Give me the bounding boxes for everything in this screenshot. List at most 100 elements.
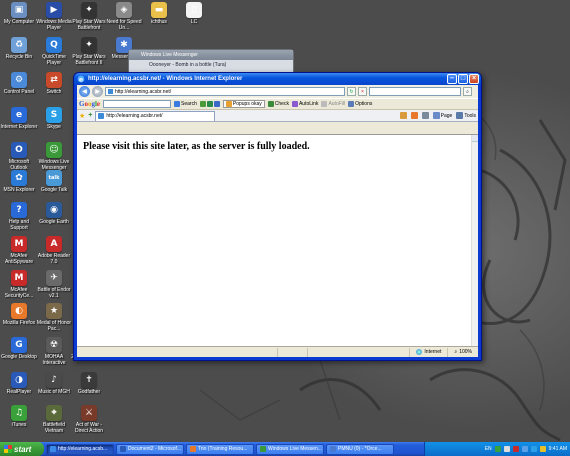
- desktop-icon[interactable]: talk Google Talk: [37, 170, 71, 206]
- favorites-star-icon[interactable]: ★: [79, 112, 85, 120]
- google-search-button[interactable]: Search: [174, 101, 197, 107]
- desktop-icon[interactable]: M McAfee SecurityCe...: [2, 270, 36, 306]
- back-button[interactable]: ◀: [79, 86, 90, 97]
- messenger-title[interactable]: Windows Live Messenger: [129, 50, 293, 60]
- desktop-icon[interactable]: ✿ MSN Explorer: [2, 170, 36, 206]
- desktop-icon-glyph: ☢: [46, 337, 62, 353]
- desktop-icon-glyph: ♻: [11, 37, 27, 53]
- taskbar-button-label: Document2 - Microsof...: [128, 446, 182, 452]
- tab-current[interactable]: http://elearning.acsbr.net/: [95, 110, 216, 121]
- language-indicator[interactable]: EN: [485, 446, 492, 452]
- google-extra-buttons[interactable]: [199, 101, 220, 107]
- address-row: ◀ ▶ http://elearning.acsbr.net/ ↻ × ⌕: [77, 85, 478, 98]
- desktop-icon-label: Music of MGH: [38, 389, 70, 395]
- desktop-icon[interactable]: ? Help and Support: [2, 202, 36, 238]
- page-menu[interactable]: Page: [432, 112, 452, 119]
- internet-explorer-window[interactable]: e http://elearning.acsbr.net/ - Windows …: [73, 72, 482, 361]
- desktop-icon-glyph: S: [46, 107, 62, 123]
- desktop-icon[interactable]: ⚙ Control Panel: [2, 72, 36, 108]
- desktop-icon[interactable]: ✦ Play Star Wars Battlefront: [72, 2, 106, 38]
- minimize-button[interactable]: –: [447, 74, 457, 84]
- taskbar-button[interactable]: PMNU (0) - *Orce...: [326, 443, 394, 455]
- messenger-window[interactable]: Windows Live Messenger Oooneyer - Bomb i…: [128, 49, 294, 74]
- search-icon[interactable]: ⌕: [463, 87, 472, 96]
- desktop-icon[interactable]: ✦ Play Star Wars Battlefront II: [72, 37, 106, 73]
- desktop-icon[interactable]: ⚔ Act of War - Direct Action: [72, 405, 106, 441]
- task-app-icon: [50, 446, 56, 452]
- desktop: ▣ My Computer ▶ Windows Media Player ✦ Play S…: [0, 0, 570, 442]
- desktop-icon[interactable]: ▬ ichthus: [142, 2, 176, 38]
- feeds-icon[interactable]: [410, 112, 418, 119]
- desktop-icon-label: Internet Explorer: [0, 124, 38, 130]
- refresh-button[interactable]: ↻: [347, 87, 356, 96]
- options-button[interactable]: Options: [348, 101, 372, 107]
- taskbar-button[interactable]: Windows Live Messen...: [256, 443, 324, 455]
- ie-titlebar[interactable]: e http://elearning.acsbr.net/ - Windows …: [74, 73, 481, 85]
- tray-icon-skype[interactable]: [530, 446, 537, 452]
- live-search-input[interactable]: [369, 87, 461, 96]
- autofill-button[interactable]: AutoFill: [321, 101, 345, 107]
- globe-icon: [416, 349, 423, 355]
- maximize-button[interactable]: □: [458, 74, 468, 84]
- desktop-icon[interactable]: ◈ Need for Speed Un...: [106, 2, 142, 38]
- forward-button[interactable]: ▶: [92, 86, 103, 97]
- security-zone[interactable]: Internet: [409, 347, 447, 357]
- desktop-icon[interactable]: Q QuickTime Player: [37, 37, 71, 73]
- desktop-icon[interactable]: ♪ Music of MGH: [37, 372, 71, 408]
- desktop-icon[interactable]: A Adobe Reader 7.0: [37, 236, 71, 272]
- desktop-icon-label: RealPlayer: [6, 389, 32, 395]
- home-icon[interactable]: [399, 112, 407, 119]
- check-button[interactable]: Check: [267, 101, 289, 107]
- desktop-icon-label: Medal of Honor Pac...: [36, 320, 72, 332]
- desktop-icon-label: Google Desktop: [1, 354, 37, 360]
- desktop-icon[interactable]: ♫ iTunes: [2, 405, 36, 441]
- desktop-icon[interactable]: ▣ My Computer: [2, 2, 36, 38]
- desktop-icon[interactable]: ◑ RealPlayer: [2, 372, 36, 408]
- tray-icon-volume[interactable]: [503, 446, 510, 452]
- stop-button[interactable]: ×: [358, 87, 367, 96]
- tools-menu[interactable]: Tools: [456, 112, 476, 119]
- desktop-icon[interactable]: ⇄ Switch: [37, 72, 71, 108]
- tray-icon-mcafee[interactable]: [512, 446, 519, 452]
- desktop-icon-glyph: ▣: [11, 2, 27, 18]
- desktop-icon[interactable]: ▯ LC: [177, 2, 211, 38]
- taskbar-button[interactable]: Document2 - Microsof...: [116, 443, 184, 455]
- address-bar[interactable]: http://elearning.acsbr.net/: [105, 87, 345, 96]
- tray-icon-msn[interactable]: [494, 446, 501, 452]
- desktop-icon[interactable]: ⌖ Battlefield Vietnam: [37, 405, 71, 441]
- task-app-icon: [330, 446, 336, 452]
- desktop-icon-glyph: M: [11, 236, 27, 252]
- start-button[interactable]: start: [0, 442, 44, 456]
- close-button[interactable]: ×: [469, 74, 479, 84]
- tray-icon-network[interactable]: [521, 446, 528, 452]
- desktop-icon[interactable]: S Skype: [37, 107, 71, 143]
- popups-button[interactable]: Popups okay: [222, 100, 265, 108]
- taskbar-button[interactable]: Trio (Training Resou...: [186, 443, 254, 455]
- tab-title: http://elearning.acsbr.net/: [106, 113, 163, 119]
- vertical-scrollbar[interactable]: [471, 135, 478, 346]
- clock[interactable]: 9:41 AM: [549, 446, 567, 452]
- desktop-icon[interactable]: ◐ Mozilla Firefox: [2, 303, 36, 339]
- desktop-icon[interactable]: ✝ Godfather: [72, 372, 106, 408]
- desktop-icon-glyph: ✦: [81, 37, 97, 53]
- desktop-icon[interactable]: ✈ Battle of Endor v2.1: [37, 270, 71, 306]
- desktop-icon[interactable]: M McAfee AntiSpyware: [2, 236, 36, 272]
- desktop-icon[interactable]: ▶ Windows Media Player: [36, 2, 72, 38]
- zoom-control[interactable]: ⌕ 100%: [447, 347, 478, 357]
- taskbar-button[interactable]: http://elearning.acsb...: [46, 443, 114, 455]
- desktop-icon[interactable]: e Internet Explorer: [0, 107, 38, 143]
- desktop-icon[interactable]: ♻ Recycle Bin: [2, 37, 36, 73]
- highlight-icon: [213, 101, 220, 107]
- print-icon[interactable]: [421, 112, 429, 119]
- desktop-icon[interactable]: G Google Desktop: [1, 337, 37, 373]
- add-favorites-icon[interactable]: +: [88, 112, 92, 119]
- desktop-icon[interactable]: ★ Medal of Honor Pac...: [37, 303, 71, 339]
- desktop-icon[interactable]: ☢ MOHAA Interactive: [37, 337, 71, 373]
- desktop-icon[interactable]: ◉ Google Earth: [37, 202, 71, 238]
- autolink-button[interactable]: AutoLink: [291, 101, 318, 107]
- google-search-input[interactable]: [103, 100, 172, 108]
- tray-icon-security[interactable]: [539, 446, 546, 452]
- scroll-up-arrow[interactable]: [472, 135, 478, 142]
- desktop-icon-glyph: ✦: [81, 2, 97, 18]
- page-content[interactable]: Please visit this site later, as the ser…: [77, 134, 478, 346]
